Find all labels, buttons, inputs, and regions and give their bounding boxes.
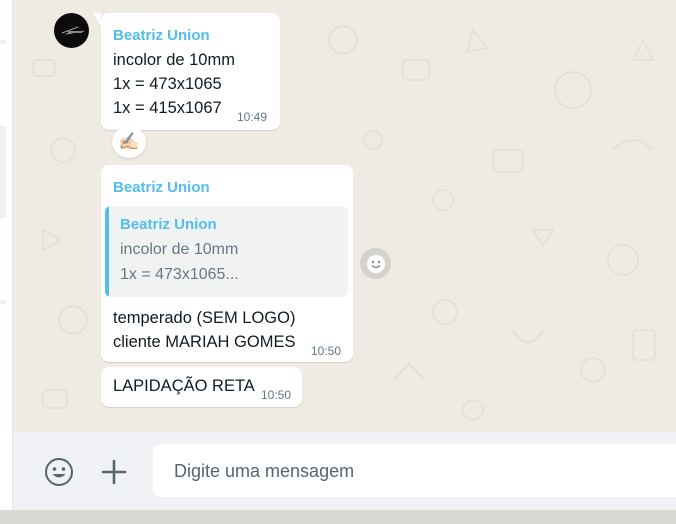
- message-text-line: LAPIDAÇÃO RETA: [113, 377, 255, 395]
- chat-list-edge: [0, 0, 13, 510]
- chat-list-divider: [0, 40, 6, 44]
- message-time: 10:49: [237, 110, 268, 124]
- message-text-line: 1x = 473x1065: [113, 75, 222, 93]
- bubble-tail: [93, 13, 101, 26]
- message-composer: Digite uma mensagem: [13, 432, 676, 510]
- message-input-placeholder: Digite uma mensagem: [174, 461, 355, 481]
- message-sender: Beatriz Union: [113, 27, 210, 44]
- quoted-text-line: incolor de 10mm: [120, 241, 239, 258]
- message-reaction[interactable]: ✍🏻: [112, 126, 146, 158]
- emoji-button[interactable]: [41, 454, 77, 490]
- react-button[interactable]: [360, 248, 391, 279]
- window-bottom-edge: [0, 510, 676, 524]
- message-text-line: temperado (SEM LOGO): [113, 309, 296, 327]
- message-input[interactable]: Digite uma mensagem: [153, 444, 676, 497]
- message-text-line: cliente MARIAH GOMES: [113, 333, 296, 351]
- logo-icon: [61, 26, 85, 35]
- quoted-text-line: 1x = 473x1065...: [120, 266, 239, 283]
- message-sender: Beatriz Union: [113, 179, 210, 196]
- contact-avatar[interactable]: [54, 13, 89, 48]
- message-text-line: 1x = 415x1067: [113, 99, 222, 117]
- emoji-icon: [45, 458, 73, 486]
- message-text-line: incolor de 10mm: [113, 51, 235, 69]
- quoted-message[interactable]: Beatriz Union incolor de 10mm 1x = 473x1…: [105, 206, 348, 297]
- message-bubble[interactable]: Beatriz Union Beatriz Union incolor de 1…: [101, 165, 353, 362]
- smiley-icon: [366, 254, 385, 273]
- message-bubble[interactable]: LAPIDAÇÃO RETA 10:50: [101, 367, 302, 407]
- message-time: 10:50: [261, 388, 292, 402]
- quoted-sender: Beatriz Union: [120, 216, 217, 233]
- quote-accent-bar: [105, 206, 109, 297]
- plus-icon: [101, 459, 127, 485]
- message-bubble[interactable]: Beatriz Union incolor de 10mm 1x = 473x1…: [93, 13, 280, 130]
- attach-button[interactable]: [96, 454, 132, 490]
- message-time: 10:50: [311, 344, 342, 358]
- conversation-panel: Beatriz Union incolor de 10mm 1x = 473x1…: [13, 0, 676, 432]
- chat-list-selected-item[interactable]: [0, 126, 6, 218]
- chat-list-divider: [0, 300, 6, 304]
